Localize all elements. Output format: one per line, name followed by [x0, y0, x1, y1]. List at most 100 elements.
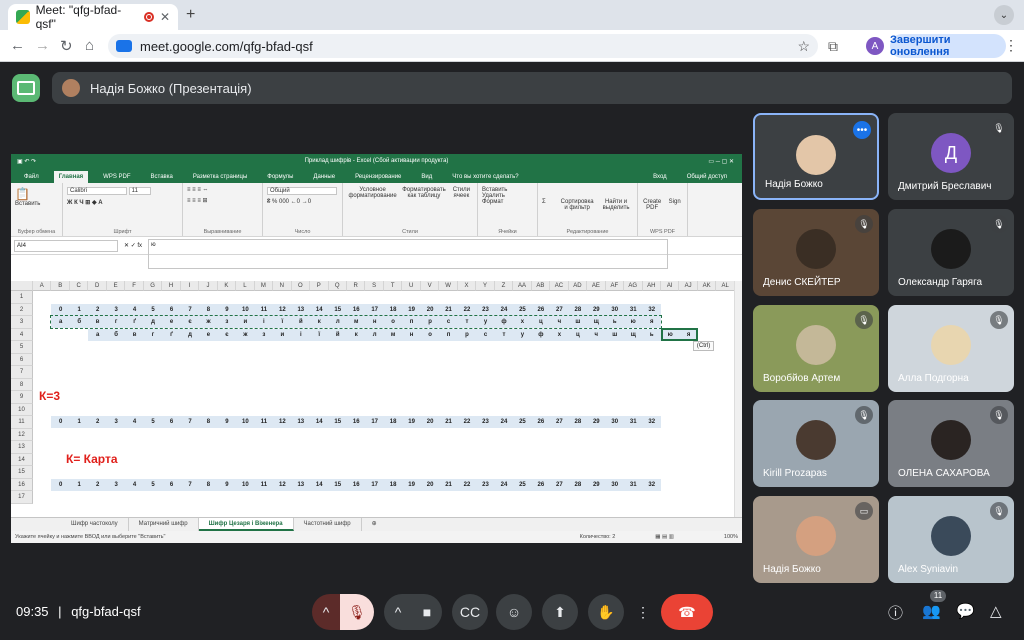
cell: ф — [538, 331, 544, 338]
align-icons: ≡ ≡ ≡ ⇔ — [187, 187, 209, 193]
cell: е — [169, 319, 174, 325]
group-label: Редактирование — [566, 229, 609, 235]
group-label: Шрифт — [113, 229, 132, 235]
cell: о — [428, 331, 432, 338]
participant-tile[interactable]: 🎙 Kirill Prozapas — [753, 400, 879, 487]
cell: 26 — [537, 306, 545, 313]
leave-call-button[interactable]: ☎ — [661, 594, 713, 630]
view-icons: ▦ ▤ ▥ — [655, 534, 674, 540]
group-clipboard: 📋 Вставить Буфер обмена — [11, 183, 63, 236]
cell: 23 — [482, 419, 489, 425]
ribbon-tab: Разметка страницы — [192, 174, 248, 180]
mic-toggle-button[interactable]: 🎙 — [340, 594, 374, 630]
cell: о — [391, 319, 395, 325]
participant-tile[interactable]: 🎙 Алла Подгорна — [888, 305, 1014, 392]
column-header: W — [439, 281, 458, 291]
participant-tile[interactable]: 🎙 Денис СКЕЙТЕР — [753, 209, 879, 296]
group-styles: Условное форматирование Форматировать ка… — [343, 183, 478, 236]
cell-styles: Стили ячеек — [452, 187, 471, 199]
cell: и — [280, 331, 285, 338]
cell: 14 — [315, 419, 323, 425]
participant-tile[interactable]: 🎙 Воробйов Артем — [753, 305, 879, 392]
reload-icon[interactable]: ↻ — [60, 37, 73, 55]
cell: 3 — [114, 306, 118, 313]
cell: 20 — [426, 419, 434, 425]
cell: д — [151, 319, 155, 325]
cell: 12 — [278, 481, 286, 488]
cell: ж — [243, 331, 248, 338]
audio-options-button[interactable]: ^ — [312, 594, 340, 630]
emoji-button[interactable]: ☺ — [496, 594, 532, 630]
window-controls-icon: ▭ ─ ▢ ✕ — [708, 158, 734, 165]
more-options-icon[interactable]: ••• — [853, 121, 871, 139]
cell: я — [649, 319, 654, 325]
profile-avatar[interactable]: A — [866, 37, 884, 55]
paste-label: Вставить — [15, 201, 41, 207]
participant-tile[interactable]: Д 🎙 Дмитрий Бреславич — [888, 113, 1014, 200]
row-header: 13 — [11, 441, 33, 454]
participant-tile[interactable]: 🎙 ОЛЕНА САХАРОВА — [888, 400, 1014, 487]
participant-tile[interactable]: ▭ Надія Божко — [753, 496, 879, 583]
raise-hand-button[interactable]: ✋ — [588, 594, 624, 630]
participant-tile[interactable]: ••• Надія Божко — [753, 113, 879, 200]
cell: 8 — [206, 419, 211, 425]
chat-icon[interactable]: 💬 — [956, 602, 975, 620]
close-tab-icon[interactable]: ✕ — [160, 10, 170, 24]
tab-search-icon[interactable]: ⌄ — [994, 5, 1014, 25]
cell: н — [409, 331, 414, 338]
meet-camera-icon — [116, 40, 132, 52]
cell: ґ — [170, 331, 173, 338]
activities-icon[interactable]: △ — [990, 602, 1002, 620]
cell: 0 — [59, 306, 63, 313]
extensions-icon[interactable]: ⧉ — [828, 38, 838, 55]
row-header: 15 — [11, 466, 33, 479]
cell: п — [446, 331, 451, 338]
column-header: T — [383, 281, 403, 291]
participant-tile[interactable]: 🎙 Олександр Гаряга — [888, 209, 1014, 296]
cell: 27 — [556, 419, 563, 425]
save-icon: ▣ ↶ ↷ — [17, 158, 37, 165]
cell: 2 — [95, 419, 100, 425]
ribbon-tabs: Файл Главная WPS PDF Вставка Разметка ст… — [11, 168, 742, 183]
cell: п — [409, 319, 414, 325]
browser-tab[interactable]: Meet: "qfg-bfad-qsf" ✕ — [8, 3, 178, 31]
participant-photo — [796, 420, 836, 460]
sign: Sign — [668, 199, 681, 205]
video-options-button[interactable]: ^ — [384, 594, 412, 630]
camera-toggle-button[interactable]: ■ — [412, 594, 442, 630]
cell: 15 — [334, 306, 342, 313]
column-header: AJ — [679, 281, 698, 291]
row-header: 12 — [11, 428, 33, 441]
info-icon[interactable]: ⓘ — [888, 602, 903, 623]
cell: 7 — [188, 419, 192, 425]
new-tab-icon[interactable]: + — [186, 6, 195, 24]
present-button[interactable]: ⬆ — [542, 594, 578, 630]
status-message: Укажите ячейку и нажмите ВВОД или выбери… — [15, 534, 166, 540]
column-header: Q — [328, 281, 347, 291]
forward-icon[interactable]: → — [35, 37, 50, 54]
sort-filter: Сортировка и фильтр — [560, 199, 594, 211]
presentation-icon[interactable] — [12, 74, 40, 102]
browser-menu-icon[interactable]: ⋮ — [1004, 37, 1018, 54]
cell: 22 — [463, 481, 471, 488]
cell: 16 — [352, 306, 360, 313]
update-button[interactable]: Завершити оновлення — [890, 34, 1006, 58]
cell: 25 — [519, 306, 526, 313]
group-label: Стили — [402, 229, 418, 235]
back-icon[interactable]: ← — [10, 37, 25, 54]
people-icon[interactable]: 👥 — [922, 602, 941, 620]
cell: ш — [612, 331, 618, 338]
captions-button[interactable]: CC — [452, 594, 488, 630]
bookmark-star-icon[interactable]: ☆ — [797, 38, 810, 55]
group-font: Calibri 11 Ж К Ч ⊞ ◆ A Шрифт — [63, 183, 183, 236]
presentation-bar: Надія Божко (Презентація) — [52, 72, 1012, 104]
cell: у — [520, 331, 525, 338]
column-header: G — [143, 281, 163, 291]
align-icons-2: ≡ ≡ ≡ ⊞ — [187, 198, 208, 204]
excel-titlebar: ▣ ↶ ↷ Приклад шифрів - Excel (Сбой актив… — [11, 154, 742, 168]
address-bar[interactable]: meet.google.com/qfg-bfad-qsf ☆ — [108, 34, 818, 58]
home-icon[interactable]: ⌂ — [85, 37, 94, 54]
cell: р — [428, 319, 432, 325]
participant-tile[interactable]: 🎙 Alex Syniavin — [888, 496, 1014, 583]
more-options-icon[interactable]: ⋮ — [632, 594, 654, 630]
